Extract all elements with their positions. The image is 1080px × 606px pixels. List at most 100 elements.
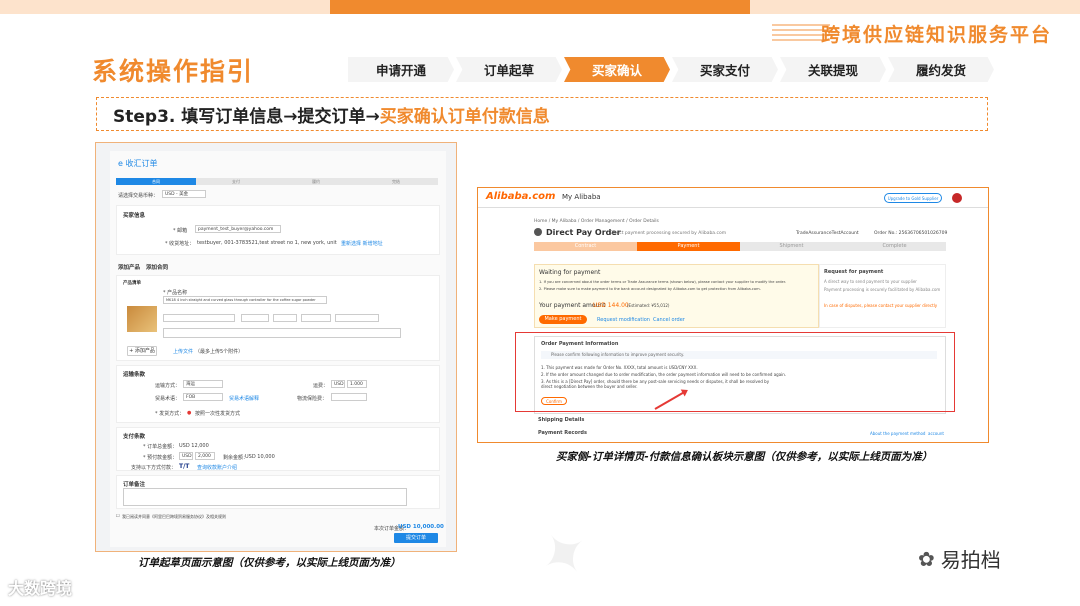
trade-terms-link[interactable]: 贸易术语解释 — [229, 395, 259, 402]
order-status-icon — [534, 228, 542, 236]
freight-currency[interactable]: USD — [331, 380, 345, 388]
email-label: * 邮箱 — [173, 228, 188, 234]
upgrade-button[interactable]: Upgrade to Gold Supplier — [884, 193, 942, 203]
agree-checkbox[interactable]: ☐ — [116, 513, 120, 518]
form-progress-fulfil: 履约 — [312, 179, 320, 184]
product-unit-field[interactable] — [273, 314, 297, 322]
highlight-box — [515, 332, 955, 412]
buyer-card: 买家信息 * 邮箱 payment_test_buyer@yahoo.com *… — [116, 205, 440, 255]
product-qty-field[interactable] — [241, 314, 269, 322]
side-line-3: In case of disputes, please contact your… — [824, 303, 938, 308]
form-progress-done: 完结 — [392, 179, 400, 184]
step-draft[interactable]: 订单起草 — [456, 57, 562, 82]
side-line-2: Payment processing is securely facilitat… — [824, 287, 941, 292]
wechat-icon: ✿ — [918, 546, 935, 571]
upload-link[interactable]: 上传文件 — [173, 348, 193, 355]
freight-amount[interactable]: 1.000 — [347, 380, 367, 388]
shipment-value: 按照一次性发货方式 — [195, 411, 241, 417]
progress-contract: Contract — [534, 242, 637, 251]
freight-label: 运费： — [313, 383, 329, 389]
order-number: Order No.: 25636706501026709 — [874, 231, 948, 236]
form-progress-pay: 支付 — [232, 179, 240, 184]
step-ship[interactable]: 履约发货 — [888, 57, 994, 82]
total-value: USD 12,000 — [179, 443, 209, 449]
payment-records-toggle[interactable]: Payment Records — [538, 430, 587, 436]
product-name-field[interactable]: MK18 4 inch straight and curved glass th… — [163, 296, 327, 304]
tab-add-contract[interactable]: 添加合同 — [146, 263, 168, 271]
email-field[interactable]: payment_test_buyer@yahoo.com — [195, 225, 281, 233]
product-remark-field[interactable] — [163, 328, 401, 338]
radio-icon[interactable]: ● — [187, 410, 191, 416]
currency-label: 请选择交易币种： — [118, 193, 159, 199]
cancel-order-link[interactable]: Cancel order — [653, 317, 685, 323]
prepay-amount[interactable]: 2,000 — [195, 452, 215, 460]
remark-field[interactable] — [123, 488, 407, 506]
payment-card: 支付条款 * 订单总金额： USD 12,000 * 预付款金额： USD 2,… — [116, 427, 440, 471]
ship-method-label: 运输方式： — [155, 383, 181, 389]
my-alibaba-label[interactable]: My Alibaba — [562, 193, 601, 201]
watermark: ✦ — [524, 511, 606, 599]
top-accent-bar — [0, 0, 1080, 14]
shipping-card: 运输条款 运输方式： 海运 运费： USD 1.000 贸易术语： FOB 贸易… — [116, 365, 440, 423]
step-buyer-confirm[interactable]: 买家确认 — [564, 57, 670, 82]
amount-value: USD 144.00 — [593, 302, 629, 309]
step-description-highlight: 买家确认订单付款信息 — [379, 106, 550, 127]
alibaba-header: Alibaba.com My Alibaba Upgrade to Gold S… — [478, 188, 988, 208]
insurance-field[interactable] — [331, 393, 367, 401]
product-amount-field[interactable] — [335, 314, 379, 322]
ship-method-select[interactable]: 海运 — [183, 380, 223, 388]
submit-order-button[interactable]: 提交订单 — [394, 533, 438, 543]
buyer-section-title: 买家信息 — [123, 213, 146, 219]
step-apply[interactable]: 申请开通 — [348, 57, 454, 82]
trade-terms-label: 贸易术语： — [155, 396, 181, 402]
account-name: TradeAssuranceTestAccount — [796, 231, 859, 236]
waiting-line-1: 1. If you are concerned about the order … — [539, 280, 786, 284]
agree-text: 我已阅读并同意《阿里巴巴跨境贸易服务协议》及相关规则 — [122, 514, 226, 519]
product-price-field[interactable] — [301, 314, 331, 322]
total-label: * 订单总金额： — [143, 444, 178, 450]
product-image — [127, 306, 157, 332]
order-total-value: USD 10,000.00 — [398, 524, 444, 530]
tab-add-product[interactable]: 添加产品 — [118, 263, 140, 271]
shipment-label: * 发货方式： — [155, 411, 185, 417]
platform-title: 跨境供应链知识服务平台 — [820, 24, 1052, 46]
tt-logo: T/T — [179, 463, 190, 470]
currency-select[interactable]: USD - 美金 — [162, 190, 206, 198]
step-description-prefix: Step3. 填写订单信息→提交订单→ — [113, 106, 380, 127]
brand-name: 易拍档 — [940, 548, 1001, 572]
order-detail-screenshot: Alibaba.com My Alibaba Upgrade to Gold S… — [477, 187, 989, 443]
payment-section-title: 支付条款 — [123, 434, 146, 440]
product-name-label: * 产品名称 — [163, 290, 188, 296]
collection-label: 支持以下方式付款： — [131, 465, 177, 471]
waiting-line-2: 2. Please make sure to make payment to t… — [539, 287, 761, 291]
add-product-button[interactable]: + 添加产品 — [127, 346, 157, 356]
address-links[interactable]: 重新选择 新增地址 — [341, 240, 383, 247]
product-card: 产品清单 * 产品名称 MK18 4 inch straight and cur… — [116, 275, 440, 361]
form-progress-contract: 合同 — [116, 178, 196, 185]
balance-value: USD 10,000 — [245, 454, 275, 460]
shipping-details-toggle[interactable]: Shipping Details — [538, 417, 584, 423]
shipping-section-title: 运输条款 — [123, 372, 146, 378]
request-modification-link[interactable]: Request modification — [597, 317, 650, 323]
product-spec-field[interactable] — [163, 314, 235, 322]
alibaba-logo[interactable]: Alibaba.com — [486, 191, 555, 202]
address-value: testbuyer, 001-3783521,test street no 1,… — [197, 240, 337, 246]
form-title: e 收汇订单 — [118, 159, 158, 168]
right-caption: 买家侧-订单详情页-付款信息确认板块示意图（仅供参考，以实际上线页面为准） — [556, 451, 933, 463]
about-payment-link[interactable]: About the payment method — [870, 431, 925, 436]
account-link[interactable]: account — [928, 431, 944, 436]
prepay-currency[interactable]: USD — [179, 452, 193, 460]
insurance-label: 物流保险费： — [297, 396, 328, 402]
collection-link[interactable]: 查询收款账户介绍 — [197, 464, 237, 471]
step-withdraw[interactable]: 关联提现 — [780, 57, 886, 82]
progress-complete: Complete — [882, 243, 907, 249]
user-avatar[interactable] — [952, 193, 962, 203]
make-payment-button[interactable]: Make payment — [539, 315, 587, 324]
step-buyer-pay[interactable]: 买家支付 — [672, 57, 778, 82]
trade-terms-select[interactable]: FOB — [183, 393, 223, 401]
order-draft-form: e 收汇订单 合同 支付 履约 完结 请选择交易币种： USD - 美金 买家信… — [110, 151, 446, 547]
order-progress: Contract Payment Shipment Complete — [534, 242, 946, 251]
form-progress: 合同 支付 履约 完结 — [116, 178, 438, 185]
brand-logo-bottom-left: 大数跨境 — [8, 579, 73, 598]
progress-payment: Payment — [637, 242, 740, 251]
